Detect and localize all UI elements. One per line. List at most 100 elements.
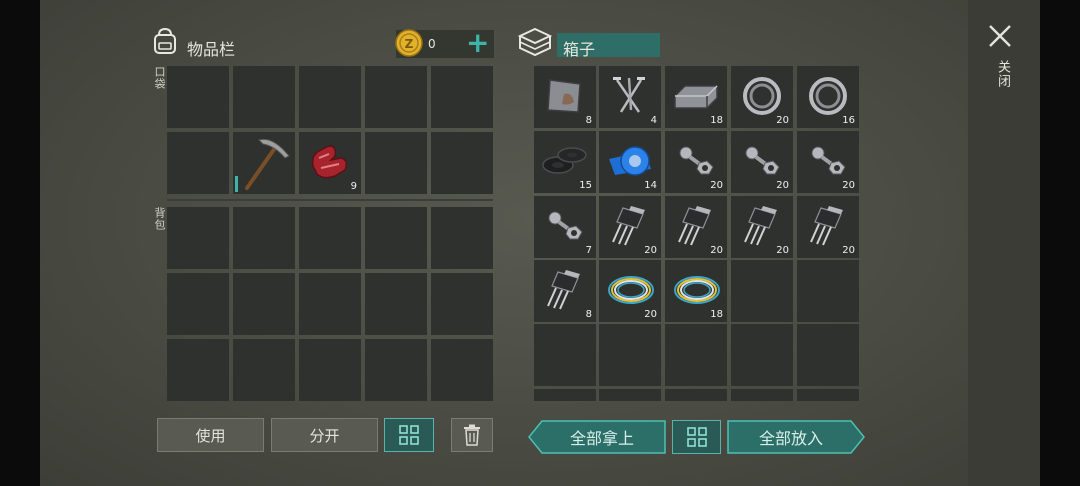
box-slot[interactable]: 20 (599, 260, 661, 322)
backpack-slot[interactable] (299, 339, 361, 401)
box-slot[interactable] (534, 389, 596, 401)
close-button[interactable]: 关闭 (986, 22, 1016, 102)
box-slot[interactable] (797, 324, 859, 386)
item-count: 20 (776, 180, 789, 191)
pocket-divider (167, 199, 493, 201)
box-slot[interactable]: 14 (599, 131, 661, 193)
item-count: 18 (710, 115, 723, 126)
pocket-slot[interactable] (365, 132, 427, 194)
backpack-slot[interactable] (431, 339, 493, 401)
backpack-slot[interactable] (431, 273, 493, 335)
pocket-slot[interactable] (365, 66, 427, 128)
put-all-button[interactable]: 全部放入 (727, 420, 865, 454)
inventory-title: 物品栏 (187, 40, 236, 59)
add-coins-button[interactable]: + (466, 26, 489, 60)
backpack-icon (150, 26, 180, 56)
pocket-slot[interactable] (233, 66, 295, 128)
backpack-slot[interactable] (167, 273, 229, 335)
backpack-slot[interactable] (233, 339, 295, 401)
box-slot[interactable]: 20 (665, 131, 727, 193)
box-slot[interactable] (665, 389, 727, 401)
trash-icon (464, 424, 480, 446)
box-slot[interactable] (599, 389, 661, 401)
trash-button[interactable] (451, 418, 493, 452)
box-slot[interactable] (797, 260, 859, 322)
box-slot[interactable] (665, 324, 727, 386)
box-slot[interactable]: 8 (534, 66, 596, 128)
pocket-slot[interactable] (167, 132, 229, 194)
box-slot[interactable]: 18 (665, 260, 727, 322)
box-slot[interactable] (797, 389, 859, 401)
item-count: 8 (585, 309, 592, 320)
item-count: 18 (710, 309, 723, 320)
box-slot[interactable] (731, 260, 793, 322)
box-slot[interactable] (731, 324, 793, 386)
box-slot[interactable]: 15 (534, 131, 596, 193)
box-title: 箱子 (563, 40, 596, 59)
item-count: 8 (585, 115, 592, 126)
svg-text:Z: Z (405, 37, 414, 51)
use-button[interactable]: 使用 (157, 418, 264, 452)
metal-ingot-icon (674, 85, 718, 109)
take-all-button[interactable]: 全部拿上 (528, 420, 666, 454)
nails-icon (613, 77, 645, 113)
transistor-icon (678, 206, 711, 246)
pocket-slot[interactable] (431, 66, 493, 128)
pocket-slot[interactable] (299, 66, 361, 128)
close-label: 关闭 (995, 60, 1010, 88)
coin-icon: Z (395, 29, 423, 57)
pocket-slot-pickaxe[interactable] (233, 132, 295, 194)
coin-count: 0 (428, 37, 436, 51)
bolt-nut-icon (679, 146, 714, 175)
box-slot[interactable]: 4 (599, 66, 661, 128)
grid-icon (399, 425, 419, 445)
item-count: 14 (644, 180, 657, 191)
box-slot[interactable]: 20 (665, 196, 727, 258)
box-slot[interactable]: 20 (731, 196, 793, 258)
box-slot[interactable]: 20 (731, 66, 793, 128)
box-slot[interactable]: 18 (665, 66, 727, 128)
box-slot[interactable]: 16 (797, 66, 859, 128)
rubber-gasket-icon (542, 147, 587, 174)
sort-grid-button[interactable] (384, 418, 434, 452)
split-button[interactable]: 分开 (271, 418, 378, 452)
pocket-slot[interactable] (167, 66, 229, 128)
backpack-slot[interactable] (167, 339, 229, 401)
wire-coil-icon (674, 276, 720, 304)
backpack-slot[interactable] (233, 273, 295, 335)
backpack-slot[interactable] (365, 339, 427, 401)
item-count: 20 (644, 309, 657, 320)
item-count: 20 (710, 245, 723, 256)
box-slot[interactable]: 7 (534, 196, 596, 258)
item-count: 20 (776, 115, 789, 126)
bearing-icon (743, 77, 781, 115)
pickaxe-icon (245, 138, 290, 190)
backpack-slot[interactable] (299, 207, 361, 269)
item-count: 4 (650, 115, 657, 126)
backpack-slot[interactable] (233, 207, 295, 269)
pocket-slot-meat[interactable]: 9 (299, 132, 361, 194)
item-count: 20 (644, 245, 657, 256)
close-icon (989, 25, 1011, 47)
backpack-slot[interactable] (365, 273, 427, 335)
box-slot[interactable]: 20 (731, 131, 793, 193)
item-count: 16 (842, 115, 855, 126)
box-slot[interactable]: 8 (534, 260, 596, 322)
item-count: 20 (776, 245, 789, 256)
item-count: 20 (842, 245, 855, 256)
box-slot[interactable] (599, 324, 661, 386)
backpack-slot[interactable] (299, 273, 361, 335)
pocket-slot[interactable] (431, 132, 493, 194)
box-sort-grid-button[interactable] (672, 420, 721, 454)
bolt-nut-icon (548, 211, 583, 240)
box-slot[interactable] (731, 389, 793, 401)
backpack-slot[interactable] (365, 207, 427, 269)
box-slot[interactable]: 20 (797, 196, 859, 258)
box-slot[interactable] (534, 324, 596, 386)
backpack-slot[interactable] (167, 207, 229, 269)
item-count: 15 (579, 180, 592, 191)
backpack-slot[interactable] (431, 207, 493, 269)
box-slot[interactable]: 20 (797, 131, 859, 193)
box-slot[interactable]: 20 (599, 196, 661, 258)
item-count: 20 (842, 180, 855, 191)
